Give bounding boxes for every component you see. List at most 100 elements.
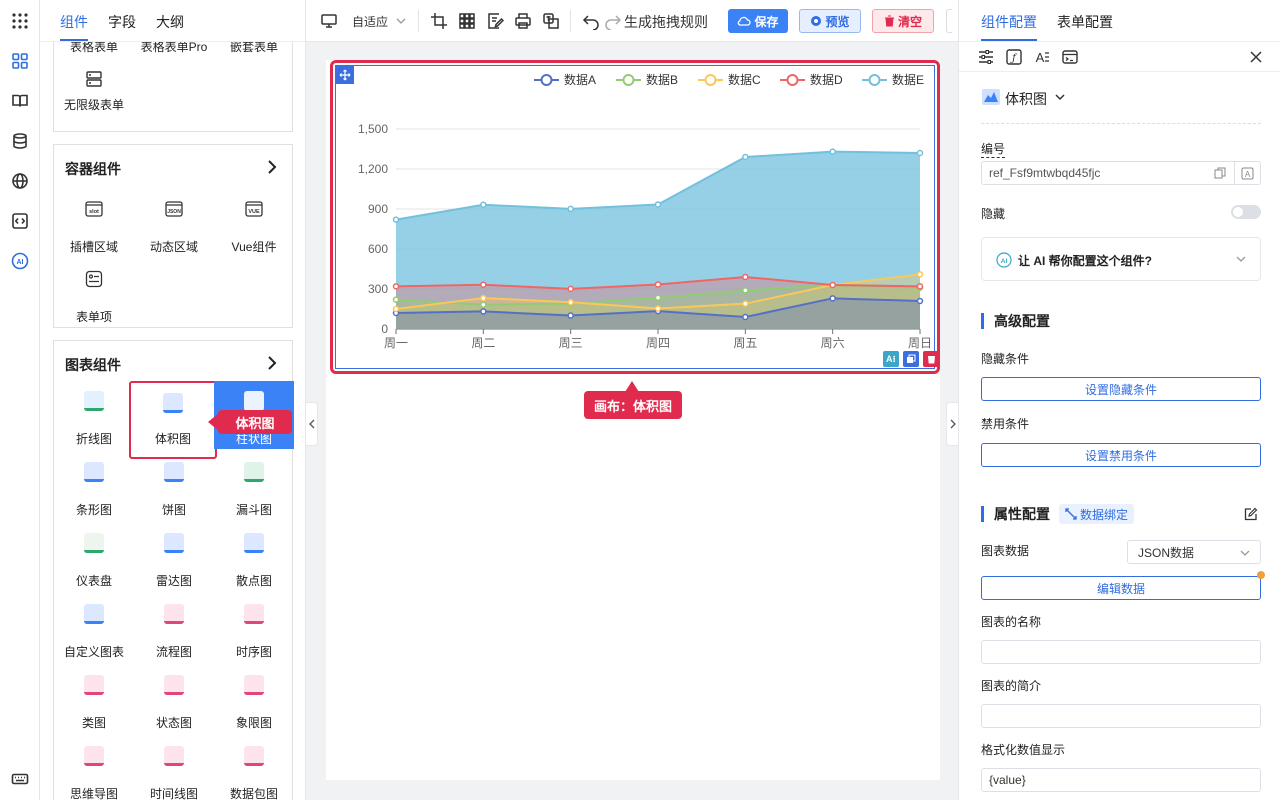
set-hide-condition-button[interactable]: 设置隐藏条件 [981, 377, 1261, 401]
format-label: 格式化数值显示 [981, 743, 1066, 757]
area-chart: 0 300 600 900 1,200 1,500 周一 周二 周三 周四 周五 周六 周日 数据A 数据B… [358, 72, 932, 350]
item-infinite-form[interactable]: 无限级表单 [54, 53, 134, 121]
collapse-right-handle[interactable] [946, 402, 958, 446]
copy-icon[interactable] [903, 351, 919, 367]
keyboard-icon[interactable] [9, 768, 31, 790]
tab-component-config[interactable]: 组件配置 [981, 12, 1037, 41]
adapt-select[interactable]: 自适应 [352, 13, 388, 30]
point-数据C [654, 305, 662, 312]
item-flowchart[interactable]: 流程图 [134, 594, 214, 662]
delete-icon[interactable] [923, 351, 939, 367]
chart-data-select[interactable]: JSON数据 [1127, 540, 1261, 564]
tab-form-config[interactable]: 表单配置 [1057, 12, 1113, 32]
data-binding-button[interactable]: 数据绑定 [1059, 504, 1135, 524]
ai-icon[interactable]: AI [9, 250, 31, 272]
item-class-diagram[interactable]: 类图 [54, 665, 134, 733]
collapse-left-handle[interactable] [306, 402, 318, 446]
config-subbar: ƒ A [959, 42, 1280, 72]
item-area-chart[interactable]: 体积图 [129, 381, 217, 459]
item-radar[interactable]: 雷达图 [134, 523, 214, 591]
chevron-down-icon [1236, 256, 1246, 262]
undo-icon[interactable] [582, 12, 600, 31]
more-button-edge[interactable] [946, 9, 952, 33]
svg-text:A: A [1036, 50, 1045, 65]
save-button[interactable]: 保存 [728, 9, 788, 33]
code-icon[interactable] [9, 210, 31, 232]
chart-desc-input[interactable] [981, 704, 1261, 728]
preview-button[interactable]: 预览 [799, 9, 861, 33]
point-数据D [480, 281, 487, 288]
print-icon[interactable] [514, 12, 532, 30]
edit-icon[interactable] [1244, 507, 1258, 521]
tab-fields[interactable]: 字段 [108, 12, 136, 32]
item-packet[interactable]: 数据包图 [214, 736, 294, 800]
tab-components[interactable]: 组件 [60, 12, 88, 41]
timeline-icon [164, 746, 184, 766]
item-slot-area[interactable]: slot 插槽区域 [54, 189, 134, 257]
chart-container[interactable]: 0 300 600 900 1,200 1,500 周一 周二 周三 周四 周五 周六 周日 数据A 数据B… [335, 65, 939, 369]
database-icon[interactable] [9, 130, 31, 152]
sliders-icon[interactable] [977, 48, 995, 66]
tab-outline[interactable]: 大纲 [156, 12, 184, 32]
apps-grid-icon[interactable] [9, 10, 31, 32]
function-icon[interactable]: ƒ [1005, 48, 1023, 66]
redo-icon[interactable] [604, 12, 622, 31]
hidden-toggle[interactable] [1231, 205, 1261, 219]
item-scatter[interactable]: 散点图 [214, 523, 294, 591]
item-line-chart[interactable]: 折线图 [54, 381, 134, 449]
edit-data-button[interactable]: 编辑数据 [981, 576, 1261, 600]
book-icon[interactable] [9, 90, 31, 112]
text-style-icon[interactable]: A [1033, 48, 1051, 66]
item-state-diagram[interactable]: 状态图 [134, 665, 214, 733]
component-type[interactable]: 体积图 [1005, 89, 1047, 109]
chevron-right-icon[interactable] [266, 355, 278, 371]
chevron-down-icon[interactable] [1055, 94, 1065, 101]
item-mindmap[interactable]: 思维导图 [54, 736, 134, 800]
chart-name-input[interactable] [981, 640, 1261, 664]
point-数据E [916, 149, 924, 157]
canvas-area: 自适应 生成拖拽规则 保存 预览 清空 0 300 600 900 1,200 … [306, 0, 958, 800]
generate-drag-rules[interactable]: 生成拖拽规则 [624, 12, 708, 32]
item-sequence[interactable]: 时序图 [214, 594, 294, 662]
line-chart-icon [84, 391, 104, 411]
item-funnel[interactable]: 漏斗图 [214, 452, 294, 520]
id-field[interactable]: ref_Fsf9mtwbqd45fjc [981, 161, 1235, 185]
hide-condition-label: 隐藏条件 [981, 352, 1030, 366]
grid-icon[interactable] [458, 12, 476, 30]
item-custom-chart[interactable]: 自定义图表 [54, 594, 134, 662]
form-canvas[interactable]: 0 300 600 900 1,200 1,500 周一 周二 周三 周四 周五 周六 周日 数据A 数据B… [326, 60, 940, 780]
point-数据A [742, 313, 749, 321]
ai-assist-icon[interactable]: A⁝ [883, 351, 899, 367]
y-tick-label: 1,500 [358, 122, 388, 136]
close-icon[interactable] [1249, 50, 1263, 64]
item-vue-component[interactable]: VUE Vue组件 [214, 189, 294, 257]
item-pie[interactable]: 饼图 [134, 452, 214, 520]
set-disable-condition-button[interactable]: 设置禁用条件 [981, 443, 1261, 467]
item-gauge[interactable]: 仪表盘 [54, 523, 134, 591]
edit-doc-icon[interactable] [486, 12, 505, 30]
ai-config-box[interactable]: AI 让 AI 帮你配置这个组件? [981, 237, 1261, 281]
chevron-right-icon[interactable] [266, 159, 278, 175]
scatter-icon [244, 533, 264, 553]
item-horizontal-bar[interactable]: 条形图 [54, 452, 134, 520]
format-input[interactable]: {value} [981, 768, 1261, 792]
copy-icon[interactable] [1214, 167, 1226, 179]
translate-icon[interactable] [542, 12, 560, 30]
crop-icon[interactable] [430, 12, 448, 30]
clear-button[interactable]: 清空 [872, 9, 934, 33]
font-a-icon[interactable]: A [1235, 161, 1261, 185]
item-form-item[interactable]: 表单项 [54, 259, 134, 327]
components-icon[interactable] [9, 50, 31, 72]
item-timeline[interactable]: 时间线图 [134, 736, 214, 800]
item-quadrant[interactable]: 象限图 [214, 665, 294, 733]
state-diagram-icon [164, 675, 184, 695]
item-dynamic-area[interactable]: JSON 动态区域 [134, 189, 214, 257]
device-icon[interactable] [320, 12, 338, 30]
legend-label: 数据D [810, 72, 843, 87]
selected-chart-frame[interactable]: 0 300 600 900 1,200 1,500 周一 周二 周三 周四 周五 周六 周日 数据A 数据B… [330, 60, 940, 374]
packet-icon [244, 746, 264, 766]
globe-icon[interactable] [9, 170, 31, 192]
event-icon[interactable] [1061, 48, 1079, 66]
chevron-left-icon [308, 419, 314, 429]
trash-icon [884, 15, 894, 27]
